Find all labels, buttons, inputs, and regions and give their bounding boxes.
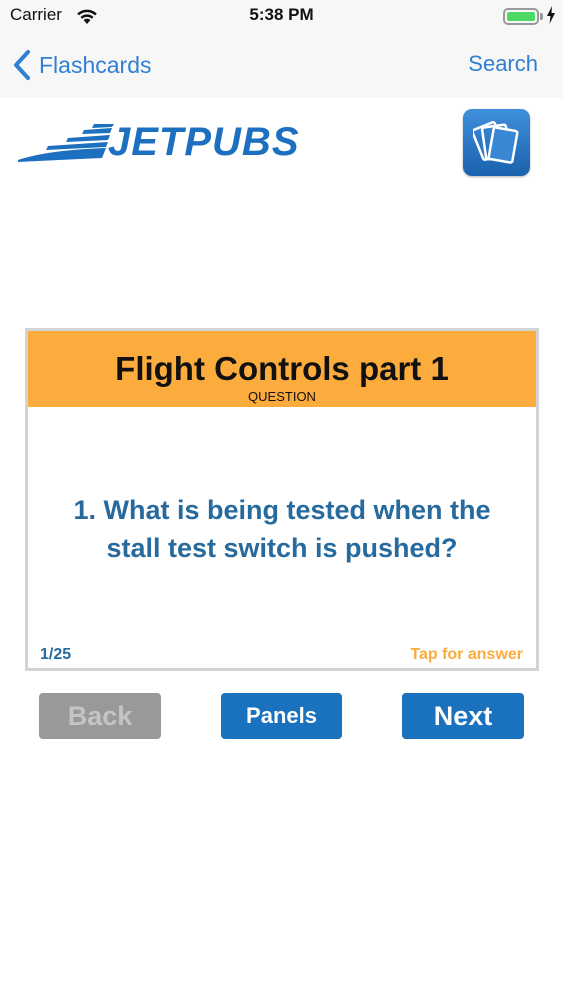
- tap-for-answer-hint: Tap for answer: [410, 646, 523, 663]
- flashcard[interactable]: Flight Controls part 1 QUESTION 1. What …: [25, 328, 539, 671]
- search-button[interactable]: Search: [468, 51, 538, 77]
- logo-text: JETPUBS: [108, 120, 300, 164]
- card-counter: 1/25: [40, 646, 72, 663]
- back-to-flashcards-button[interactable]: Flashcards: [12, 48, 151, 82]
- chevron-left-icon: [14, 50, 30, 80]
- cards-icon: [473, 121, 519, 164]
- battery-icon: [503, 8, 539, 25]
- back-nav-label: Flashcards: [39, 51, 152, 78]
- back-button[interactable]: Back: [39, 693, 161, 739]
- jetpubs-logo: JETPUBS: [18, 118, 299, 168]
- next-button[interactable]: Next: [402, 693, 524, 739]
- panels-button[interactable]: Panels: [221, 693, 342, 739]
- card-header: Flight Controls part 1 QUESTION: [28, 331, 536, 407]
- battery-nub: [540, 13, 543, 20]
- card-subtitle: QUESTION: [248, 389, 316, 404]
- charging-bolt-icon: [547, 6, 555, 24]
- clock: 5:38 PM: [249, 5, 314, 24]
- jet-streak-icon: [18, 124, 114, 162]
- status-bar: Carrier 5:38 PM: [0, 0, 563, 34]
- flashcard-deck-button[interactable]: [463, 109, 530, 176]
- card-title: Flight Controls part 1: [115, 350, 449, 387]
- question-text: 1. What is being tested when the stall t…: [73, 495, 491, 563]
- navigation-bar: Flashcards Search: [0, 34, 563, 98]
